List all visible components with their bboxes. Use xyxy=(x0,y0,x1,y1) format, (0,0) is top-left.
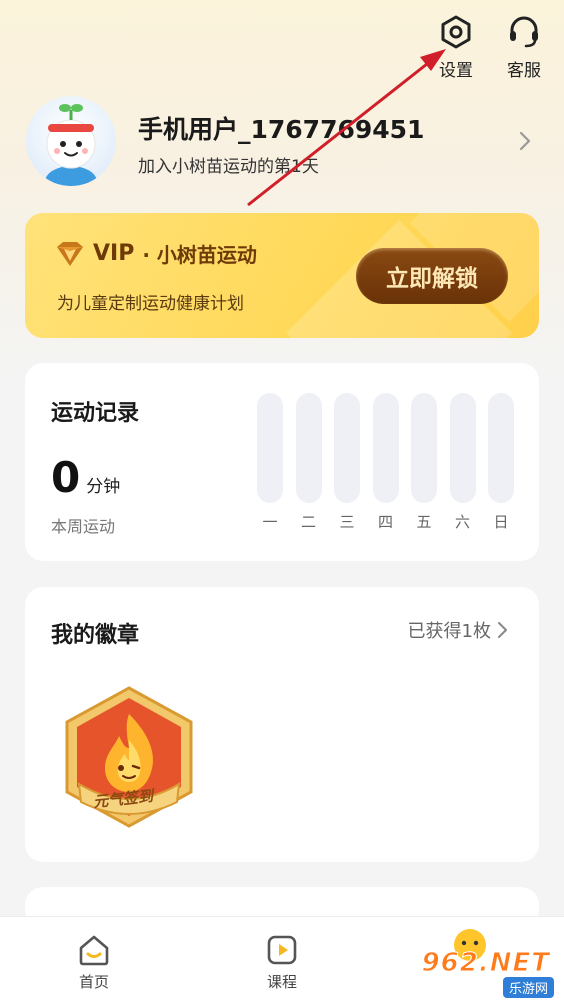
day-label: 六 xyxy=(454,513,470,531)
settings-button[interactable]: 设置 xyxy=(434,14,478,81)
tab-course[interactable]: 课程 xyxy=(242,933,322,992)
exercise-record-card[interactable]: 运动记录 0 分钟 本周运动 一 二 三 四 五 六 日 xyxy=(25,363,539,561)
day-label: 四 xyxy=(377,513,393,531)
day-column: 一 xyxy=(257,393,283,532)
minutes-unit: 分钟 xyxy=(86,477,121,497)
exercise-title: 运动记录 xyxy=(51,401,140,426)
settings-label: 设置 xyxy=(439,61,473,81)
watermark-logo-text: 962.NET xyxy=(421,948,550,979)
badge-count-text: 已获得1枚 xyxy=(407,621,491,642)
day-column: 三 xyxy=(334,393,360,532)
vip-card[interactable]: VIP · 小树苗运动 为儿童定制运动健康计划 立即解锁 xyxy=(25,213,539,338)
day-bar xyxy=(372,393,399,503)
vip-label: VIP xyxy=(93,241,135,266)
day-bar xyxy=(334,393,360,503)
play-course-icon xyxy=(267,935,297,965)
day-label: 三 xyxy=(339,513,355,531)
day-bar xyxy=(488,393,514,503)
day-label: 日 xyxy=(493,513,509,531)
day-bar xyxy=(449,393,476,503)
avatar[interactable] xyxy=(26,96,116,186)
tab-course-label: 课程 xyxy=(266,973,297,991)
vip-title: VIP · 小树苗运动 xyxy=(55,239,257,268)
service-label: 客服 xyxy=(507,61,541,81)
tab-home-label: 首页 xyxy=(78,973,109,991)
day-bar xyxy=(295,393,322,503)
day-bar xyxy=(411,393,437,503)
customer-service-button[interactable]: 客服 xyxy=(502,14,546,81)
day-column: 二 xyxy=(295,393,322,532)
profile-row[interactable]: 手机用户_1767769451 加入小树苗运动的第1天 xyxy=(26,96,538,188)
day-bar xyxy=(257,393,283,503)
day-label: 二 xyxy=(300,513,316,531)
watermark-sub-text: 乐游网 xyxy=(502,977,554,998)
tab-home[interactable]: 首页 xyxy=(54,933,134,992)
chevron-right-icon xyxy=(498,622,507,638)
day-label: 五 xyxy=(416,513,432,531)
weekly-minutes: 0 分钟 xyxy=(51,453,120,502)
settings-icon xyxy=(441,15,471,49)
home-icon xyxy=(79,935,109,966)
vip-product-name: · 小树苗运动 xyxy=(142,243,257,267)
username: 手机用户_1767769451 xyxy=(138,115,425,144)
site-watermark: 962.NET 乐游网 xyxy=(408,948,558,998)
mascot-avatar-icon xyxy=(45,104,97,186)
badges-title: 我的徽章 xyxy=(51,623,140,648)
badge-count-link[interactable]: 已获得1枚 xyxy=(408,617,509,643)
badges-card: 我的徽章 已获得1枚 元气签到 xyxy=(25,587,539,862)
day-column: 日 xyxy=(488,393,514,532)
badge-item[interactable]: 元气签到 xyxy=(59,684,199,830)
top-actions: 设置 客服 xyxy=(434,14,546,81)
vip-diamond-icon xyxy=(57,241,83,266)
week-label: 本周运动 xyxy=(51,517,116,536)
headset-icon xyxy=(510,16,538,48)
day-label: 一 xyxy=(262,513,278,531)
unlock-button[interactable]: 立即解锁 xyxy=(356,248,508,304)
vip-subtitle: 为儿童定制运动健康计划 xyxy=(57,294,244,314)
weekly-bars: 一二三四五六日 xyxy=(257,393,514,532)
chevron-right-icon[interactable] xyxy=(518,130,532,152)
day-column: 五 xyxy=(411,393,437,532)
day-column: 六 xyxy=(449,393,476,532)
minutes-value: 0 xyxy=(51,453,81,502)
joined-days: 加入小树苗运动的第1天 xyxy=(138,157,319,177)
day-column: 四 xyxy=(372,393,399,532)
